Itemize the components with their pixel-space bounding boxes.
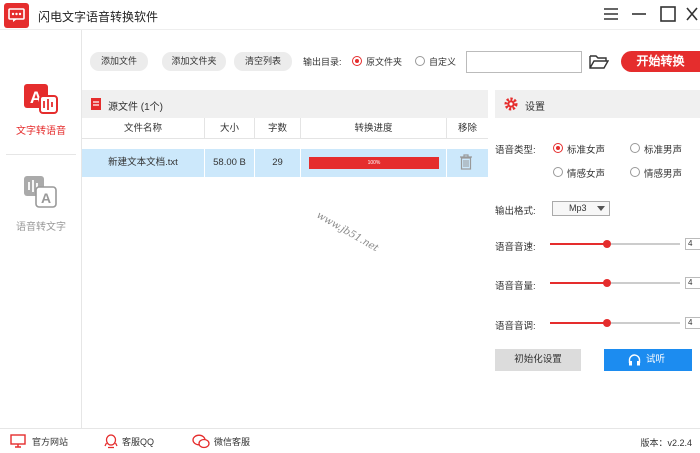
file-size-cell: 58.00 B [205, 149, 255, 177]
official-website-link[interactable]: 官方网站 [32, 435, 68, 448]
speech-to-text-icon: A [24, 176, 57, 208]
minimize-icon[interactable] [628, 3, 650, 25]
settings-title: 设置 [525, 102, 545, 113]
voice-emotional-male-radio[interactable] [630, 167, 640, 177]
sidebar-item-speech-to-text[interactable]: A 语音转文字 [0, 160, 82, 248]
speed-slider[interactable] [550, 240, 680, 248]
voice-emotional-female-radio[interactable] [553, 167, 563, 177]
sidebar: A 文字转语音 A 语音转文字 [0, 30, 82, 428]
settings-header: 设置 [495, 90, 700, 118]
column-header-size: 大小 [205, 118, 255, 138]
volume-label: 语音音量: [495, 281, 536, 292]
file-name-cell: 新建文本文档.txt [82, 149, 205, 177]
qq-icon [104, 434, 118, 449]
volume-value[interactable]: 4 [685, 277, 700, 289]
menu-icon[interactable] [600, 3, 622, 25]
table-header: 文件名称 大小 字数 转换进度 移除 [82, 118, 488, 139]
listen-button[interactable]: 试听 [604, 349, 692, 371]
pitch-slider-knob[interactable] [603, 319, 612, 327]
wechat-support-link[interactable]: 微信客服 [214, 435, 250, 448]
app-title: 闪电文字语音转换软件 [38, 10, 159, 24]
format-label: 输出格式: [495, 206, 536, 217]
reset-settings-button[interactable]: 初始化设置 [495, 349, 581, 371]
progress-text: 100% [367, 160, 381, 166]
sidebar-item-label: 文字转语音 [16, 126, 66, 137]
app-logo-icon [4, 3, 29, 28]
output-path-input[interactable] [466, 51, 582, 73]
pitch-slider[interactable] [550, 319, 680, 327]
voice-option-label: 情感男声 [644, 169, 683, 180]
trash-icon[interactable] [459, 154, 473, 170]
start-convert-button[interactable]: 开始转换 [621, 51, 700, 72]
listen-label: 试听 [646, 354, 666, 365]
wechat-icon [192, 434, 210, 449]
source-folder-label: 原文件夹 [366, 57, 403, 67]
speed-slider-fill [550, 243, 608, 245]
status-bar: 官方网站 客服QQ 微信客服 版本：v2.2.4 [0, 428, 700, 453]
file-panel: 源文件 (1个) 文件名称 大小 字数 转换进度 移除 [82, 90, 488, 428]
volume-slider[interactable] [550, 279, 680, 287]
title-bar: 闪电文字语音转换软件 [0, 0, 700, 30]
output-dir-label: 输出目录: [303, 57, 342, 67]
pitch-value[interactable]: 4 [685, 317, 700, 329]
maximize-icon[interactable] [657, 3, 679, 25]
svg-text:A: A [41, 190, 51, 206]
voice-standard-female-radio[interactable] [553, 143, 563, 153]
gear-icon [504, 97, 518, 111]
sidebar-divider [6, 154, 76, 155]
column-header-name: 文件名称 [82, 118, 205, 138]
custom-radio[interactable] [415, 56, 425, 66]
word-count-cell: 29 [255, 149, 301, 177]
progress-bar: 100% [309, 157, 439, 169]
volume-slider-knob[interactable] [603, 279, 612, 287]
voice-standard-male-radio[interactable] [630, 143, 640, 153]
custom-label: 自定义 [429, 57, 457, 67]
voice-option-label: 标准女声 [567, 145, 606, 156]
add-folder-button[interactable]: 添加文件夹 [162, 52, 226, 71]
voice-type-label: 语音类型: [495, 145, 536, 156]
column-header-remove: 移除 [457, 123, 477, 134]
text-to-speech-icon: A [24, 84, 58, 114]
pitch-label: 语音音调: [495, 321, 536, 332]
volume-slider-fill [550, 282, 608, 284]
settings-panel: 设置 语音类型: 标准女声 标准男声 情感女声 情感男声 输出格式: Mp3 语… [489, 90, 700, 428]
version-text: 版本：v2.2.4 [640, 438, 692, 448]
add-file-button[interactable]: 添加文件 [90, 52, 148, 71]
document-icon [91, 98, 101, 110]
pitch-slider-fill [550, 322, 608, 324]
speed-slider-knob[interactable] [603, 240, 612, 248]
sidebar-item-text-to-speech[interactable]: A 文字转语音 [0, 70, 82, 158]
speed-value[interactable]: 4 [685, 238, 700, 250]
column-header-progress: 转换进度 [301, 118, 447, 138]
format-select[interactable]: Mp3 [552, 201, 610, 216]
folder-open-icon[interactable] [589, 53, 609, 71]
close-icon[interactable] [684, 3, 700, 25]
voice-option-label: 情感女声 [567, 169, 606, 180]
clear-list-button[interactable]: 清空列表 [234, 52, 292, 71]
column-header-words: 字数 [255, 118, 301, 138]
file-panel-title: 源文件 (1个) [108, 102, 163, 113]
headphones-icon [628, 354, 641, 366]
speed-label: 语音音速: [495, 242, 536, 253]
monitor-icon [10, 434, 26, 448]
file-panel-header: 源文件 (1个) [82, 90, 488, 118]
voice-option-label: 标准男声 [644, 145, 683, 156]
sidebar-item-label: 语音转文字 [16, 222, 66, 233]
qq-support-link[interactable]: 客服QQ [122, 435, 154, 448]
source-folder-radio[interactable] [352, 56, 362, 66]
